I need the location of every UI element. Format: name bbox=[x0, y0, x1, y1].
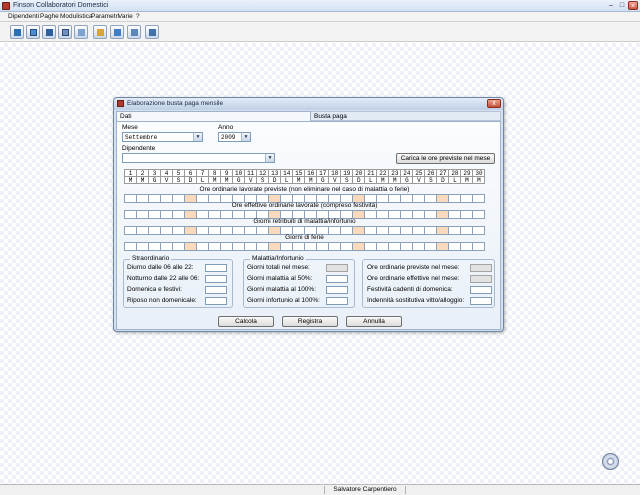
edit-check-icon[interactable] bbox=[110, 25, 124, 39]
mese-value: Settembre bbox=[125, 134, 158, 141]
menu-varie[interactable]: Varie bbox=[118, 13, 133, 20]
section-ferie-title: Giorni di ferie bbox=[285, 234, 324, 241]
notturno-input[interactable] bbox=[205, 275, 227, 283]
app-icon bbox=[2, 2, 10, 10]
anno-value: 2009 bbox=[221, 134, 236, 141]
menu-dipendenti[interactable]: Dipendenti bbox=[8, 13, 39, 20]
infortunio-input[interactable] bbox=[326, 297, 348, 305]
status-bar: Salvatore Carpentiero bbox=[0, 484, 640, 495]
days-calendar: 1 2 3 4 5 6 7 8 9 10 11 12 13 14 15 16 17 18 19 20 21 22 23 24 2… bbox=[124, 169, 486, 184]
giorni-totali-label: Giorni totali nel mese: bbox=[247, 264, 310, 271]
dati-panel: Mese Settembre ▼ Anno 2009 ▼ Dipendente … bbox=[116, 121, 501, 330]
diurno-input[interactable] bbox=[205, 264, 227, 272]
diurno-label: Diurno dalle 06 alle 22: bbox=[127, 264, 194, 271]
section-ore-effettive-title: Ore effettive ordinarie lavorate (compre… bbox=[231, 202, 378, 209]
chevron-down-icon[interactable]: ▼ bbox=[265, 154, 274, 162]
day-input-cell[interactable] bbox=[472, 242, 486, 251]
tab-busta-paga[interactable]: Busta paga bbox=[311, 111, 501, 121]
malattia-50-label: Giorni malattia al 50%: bbox=[247, 275, 313, 282]
menu-parametri[interactable]: Parametri bbox=[91, 13, 119, 20]
help-orb-button[interactable] bbox=[602, 453, 619, 470]
annulla-button[interactable]: Annulla bbox=[346, 316, 402, 327]
chevron-down-icon[interactable]: ▼ bbox=[241, 133, 250, 141]
mese-label: Mese bbox=[122, 124, 138, 131]
section-malattia-title: Giorni retribuiti di malattia/infortunio bbox=[253, 218, 356, 225]
menu-paghe[interactable]: Paghe bbox=[40, 13, 59, 20]
anno-select[interactable]: 2009 ▼ bbox=[218, 132, 251, 142]
carica-ore-button[interactable]: Carica le ore previste nel mese bbox=[396, 153, 495, 164]
copy-window-icon[interactable] bbox=[26, 25, 40, 39]
domenica-input[interactable] bbox=[205, 286, 227, 294]
minimize-button[interactable]: – bbox=[606, 1, 616, 10]
employees-icon[interactable] bbox=[10, 25, 24, 39]
riepilogo-group: Ore ordinarie previste nel mese: Ore ord… bbox=[362, 259, 495, 308]
giorni-totali-field bbox=[326, 264, 348, 272]
festivita-domenica-label: Festività cadenti di domenica: bbox=[367, 286, 453, 293]
straordinario-title: Straordinario bbox=[130, 255, 172, 262]
malattia-100-label: Giorni malattia al 100%: bbox=[247, 286, 317, 293]
app-title: Finson Collaboratori Domestici bbox=[13, 2, 109, 9]
malattia-title: Malattia/Infortunio bbox=[250, 255, 306, 262]
calendar-icon[interactable] bbox=[58, 25, 72, 39]
app-titlebar: Finson Collaboratori Domestici – □ × bbox=[0, 0, 640, 12]
indennita-input[interactable] bbox=[470, 297, 492, 305]
menu-help[interactable]: ? bbox=[136, 13, 140, 20]
calcola-button[interactable]: Calcola bbox=[218, 316, 274, 327]
domenica-label: Domenica e festivi: bbox=[127, 286, 182, 293]
dialog-titlebar: Elaborazione busta paga mensile x bbox=[114, 98, 503, 110]
list-icon[interactable] bbox=[127, 25, 141, 39]
giorni-ferie-row bbox=[124, 242, 486, 251]
print-icon[interactable] bbox=[145, 25, 159, 39]
malattia-100-input[interactable] bbox=[326, 286, 348, 294]
infortunio-label: Giorni infortunio al 100%: bbox=[247, 297, 320, 304]
dialog-tabs: Dati Busta paga bbox=[116, 111, 501, 121]
dialog-icon bbox=[117, 100, 124, 107]
section-ore-previste-title: Ore ordinarie lavorate previste (non eli… bbox=[199, 186, 410, 193]
user-tools-icon[interactable] bbox=[93, 25, 107, 39]
ore-previste-mese-label: Ore ordinarie previste nel mese: bbox=[367, 264, 460, 271]
close-window-button[interactable]: × bbox=[628, 1, 638, 10]
toolbar bbox=[0, 22, 640, 42]
calculator-icon[interactable] bbox=[42, 25, 56, 39]
payroll-dialog: Elaborazione busta paga mensile x Dati B… bbox=[113, 97, 504, 332]
dipendente-label: Dipendente bbox=[122, 145, 156, 152]
weekday-letter: M bbox=[472, 176, 486, 184]
maximize-button[interactable]: □ bbox=[617, 1, 627, 10]
table-icon[interactable] bbox=[74, 25, 88, 39]
dipendente-select[interactable]: ▼ bbox=[122, 153, 275, 163]
mese-select[interactable]: Settembre ▼ bbox=[122, 132, 203, 142]
indennita-label: Indennità sostitutiva vitto/alloggio: bbox=[367, 297, 465, 304]
ore-effettive-mese-field bbox=[470, 275, 492, 283]
ore-previste-mese-field bbox=[470, 264, 492, 272]
straordinario-group: Straordinario Diurno dalle 06 alle 22: N… bbox=[123, 255, 233, 308]
riposo-label: Riposo non domenicale: bbox=[127, 297, 197, 304]
status-user: Salvatore Carpentiero bbox=[324, 486, 406, 494]
malattia-group: Malattia/Infortunio Giorni totali nel me… bbox=[243, 255, 355, 308]
notturno-label: Notturno dalle 22 alle 06: bbox=[127, 275, 200, 282]
tab-dati[interactable]: Dati bbox=[116, 111, 311, 121]
menu-modulistica[interactable]: Modulistica bbox=[60, 13, 93, 20]
menu-bar: Dipendenti Paghe Modulistica Parametri V… bbox=[0, 12, 640, 22]
riposo-input[interactable] bbox=[205, 297, 227, 305]
dialog-title: Elaborazione busta paga mensile bbox=[127, 100, 224, 107]
registra-button[interactable]: Registra bbox=[282, 316, 338, 327]
festivita-domenica-input[interactable] bbox=[470, 286, 492, 294]
ore-effettive-mese-label: Ore ordinarie effettive nel mese: bbox=[367, 275, 460, 282]
malattia-50-input[interactable] bbox=[326, 275, 348, 283]
anno-label: Anno bbox=[218, 124, 234, 131]
dialog-close-button[interactable]: x bbox=[487, 99, 501, 108]
chevron-down-icon[interactable]: ▼ bbox=[193, 133, 202, 141]
